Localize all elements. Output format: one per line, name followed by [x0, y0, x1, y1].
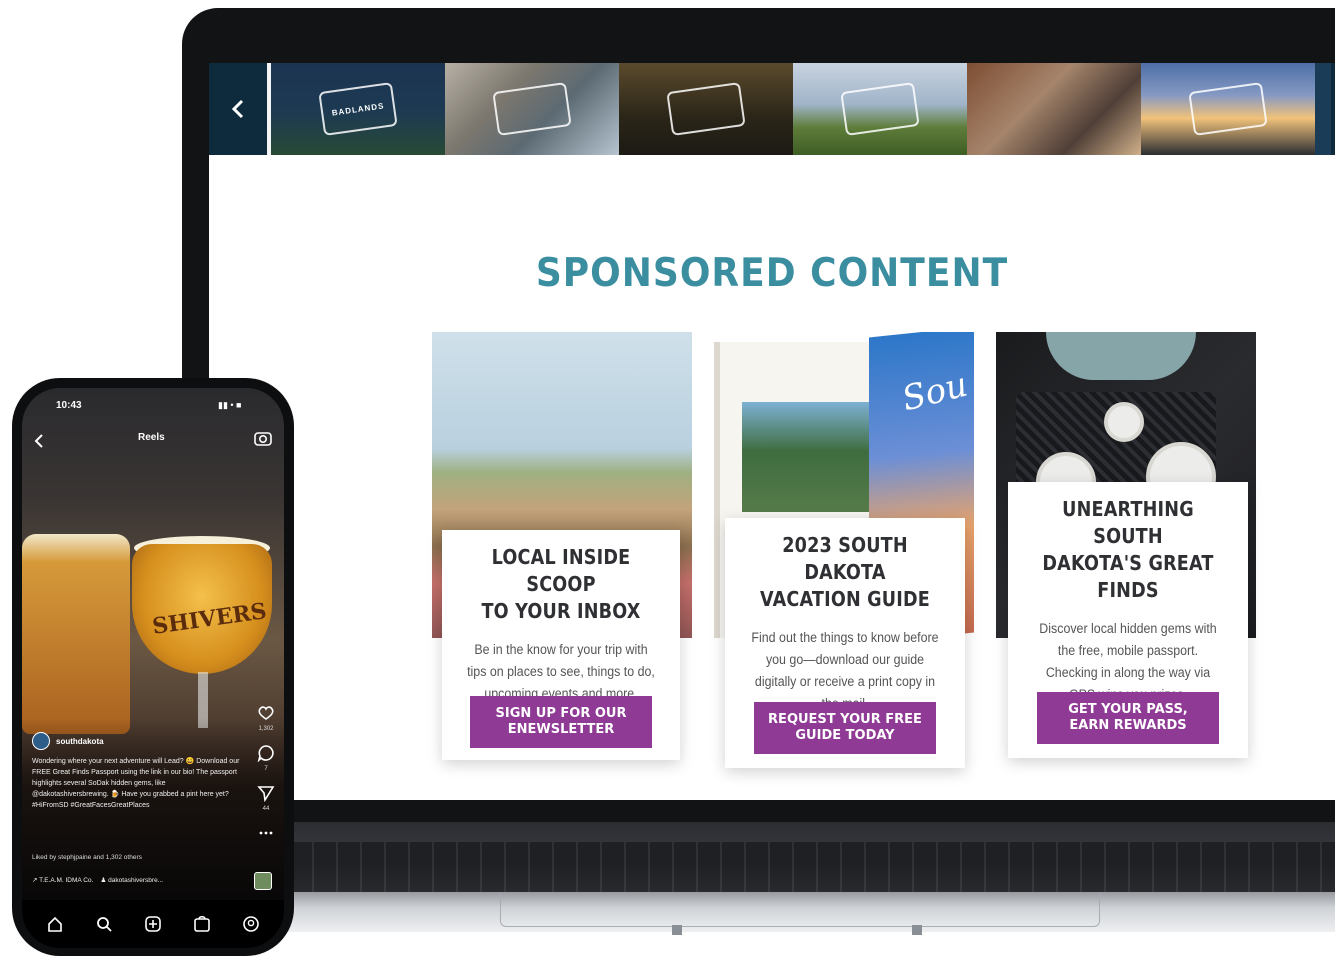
bottom-nav — [22, 900, 284, 948]
laptop-screen: BADLANDS SPONSORED CONTENT Sou LOCAL INS… — [209, 63, 1335, 800]
reel-caption: Wondering where your next adventure will… — [32, 758, 240, 809]
passport-card: UNEARTHING SOUTH DAKOTA'S GREAT FINDS Di… — [1008, 482, 1248, 758]
chevron-left-icon — [231, 99, 244, 119]
instagram-reel-screen: SHIVERS 10:43 ▮▮ • ■ Reels 1,302 7 44 so… — [22, 388, 284, 948]
back-button[interactable] — [32, 432, 46, 450]
newsletter-card: LOCAL INSIDE SCOOP TO YOUR INBOX Be in t… — [442, 530, 680, 760]
laptop-hinge-mark — [672, 925, 682, 935]
comment-count: 7 — [264, 766, 268, 772]
newsletter-signup-button[interactable]: SIGN UP FOR OUR ENEWSLETTER — [470, 696, 652, 748]
badlands-logo-icon: BADLANDS — [318, 82, 398, 136]
reels-header: Reels — [138, 432, 165, 443]
mountain-logo-icon — [492, 82, 572, 136]
more-icon[interactable] — [257, 824, 275, 842]
carousel-tile-mount-rushmore[interactable] — [445, 63, 619, 155]
request-guide-button[interactable]: REQUEST YOUR FREE GUIDE TODAY — [754, 702, 936, 754]
status-icons: ▮▮ • ■ — [218, 400, 242, 410]
avatar[interactable] — [32, 732, 50, 750]
status-time: 10:43 — [56, 400, 82, 411]
camera-button[interactable] — [254, 430, 272, 446]
account-handle[interactable]: southdakota — [56, 737, 104, 746]
carousel-tile-sunset[interactable] — [1141, 63, 1315, 155]
plate — [1104, 402, 1144, 442]
audio-collab: ↗ T.E.A.M. IDMA Co. — [32, 877, 94, 884]
destination-carousel: BADLANDS — [209, 63, 1335, 155]
share-icon[interactable] — [257, 784, 275, 802]
comment-icon[interactable] — [257, 744, 275, 762]
audio-account: ♟ dakotashiversbre... — [100, 877, 164, 884]
shop-icon[interactable] — [193, 915, 211, 933]
carousel-tile-people[interactable] — [967, 63, 1141, 155]
diner-figure — [1046, 332, 1196, 380]
home-icon[interactable] — [46, 915, 64, 933]
audio-row[interactable]: ↗ T.E.A.M. IDMA Co. ♟ dakotashiversbre..… — [32, 876, 163, 884]
reel-actions: 1,302 7 44 — [254, 704, 278, 842]
carousel-tile-bison[interactable] — [793, 63, 967, 155]
get-pass-button[interactable]: GET YOUR PASS, EARN REWARDS — [1037, 692, 1219, 744]
bison-logo-icon — [840, 82, 920, 136]
laptop-trackpad — [500, 893, 1100, 927]
liked-by-text[interactable]: Liked by stephjpaine and 1,302 others — [32, 854, 142, 861]
diamond-logo-icon — [666, 82, 746, 136]
carousel-tile-partial — [1315, 63, 1331, 155]
carousel-tile-badlands[interactable]: BADLANDS — [271, 63, 445, 155]
card-title: UNEARTHING SOUTH DAKOTA'S GREAT FINDS — [1042, 497, 1214, 602]
chevron-left-icon — [34, 434, 43, 448]
profile-icon[interactable] — [242, 915, 260, 933]
carousel-prev-button[interactable] — [209, 63, 271, 155]
heart-icon[interactable] — [257, 704, 275, 722]
laptop-keyboard — [290, 842, 1335, 892]
section-title: SPONSORED CONTENT — [535, 251, 1009, 296]
card-title: LOCAL INSIDE SCOOP TO YOUR INBOX — [481, 545, 641, 623]
like-count: 1,302 — [258, 726, 274, 732]
search-icon[interactable] — [95, 915, 113, 933]
marketing-mockup: BADLANDS SPONSORED CONTENT Sou LOCAL INS… — [0, 0, 1335, 956]
account-row[interactable]: southdakota — [32, 732, 104, 750]
card-title: 2023 SOUTH DAKOTA VACATION GUIDE — [760, 533, 930, 611]
beer-glass-photo — [22, 534, 130, 734]
audio-thumbnail[interactable] — [254, 872, 272, 890]
create-icon[interactable] — [144, 915, 162, 933]
carousel-tile-lion[interactable] — [619, 63, 793, 155]
hikers-photo — [742, 402, 870, 512]
share-count: 44 — [262, 806, 270, 812]
camera-icon — [254, 432, 272, 446]
vacation-guide-card: 2023 SOUTH DAKOTA VACATION GUIDE Find ou… — [725, 518, 965, 768]
laptop-hinge-mark — [912, 925, 922, 935]
canoe-logo-icon — [1188, 82, 1268, 136]
